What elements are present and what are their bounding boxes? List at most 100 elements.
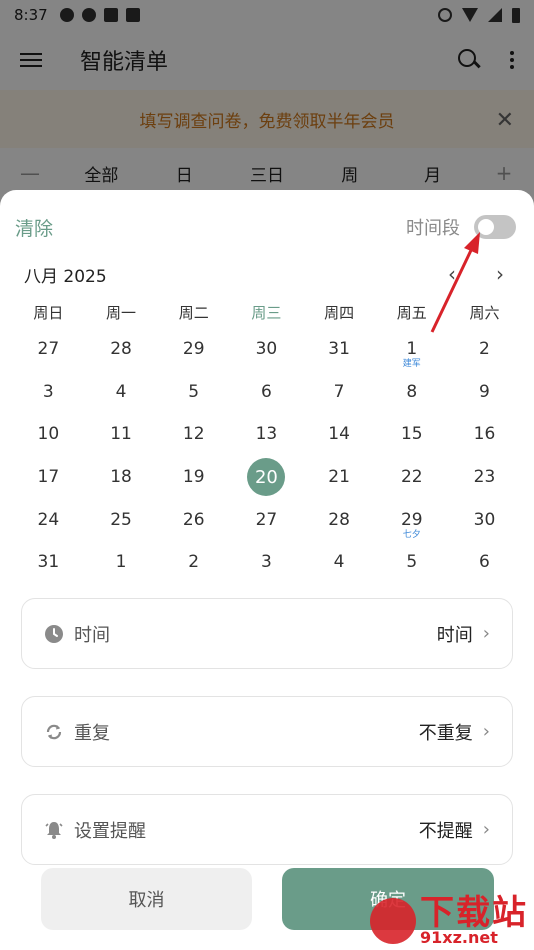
calendar-day[interactable]: 14 (303, 413, 376, 456)
cancel-button[interactable]: 取消 (41, 868, 252, 930)
day-number: 22 (400, 467, 423, 488)
calendar-day[interactable]: 30 (230, 328, 303, 371)
calendar-day[interactable]: 1 建军 (375, 328, 448, 371)
day-number: 9 (479, 381, 490, 402)
day-number: 17 (37, 467, 60, 488)
calendar-day[interactable]: 29 (157, 328, 230, 371)
calendar-day[interactable]: 9 (448, 371, 521, 414)
watermark-line2: 91xz.net (420, 928, 498, 947)
calendar-week-row: 3 4 5 6 7 8 9 (12, 371, 521, 414)
month-navigation: 八月 2025 ‹ › (24, 262, 504, 287)
day-number: 27 (255, 509, 278, 530)
reminder-row-label: 设置提醒 (74, 820, 146, 842)
day-number: 28 (110, 339, 132, 359)
calendar-day[interactable]: 12 (157, 413, 230, 456)
day-number: 2 (188, 552, 200, 573)
day-number: 14 (328, 424, 350, 445)
day-number: 1 (115, 552, 127, 573)
calendar-day[interactable]: 22 (375, 456, 448, 499)
calendar-day[interactable]: 24 (12, 499, 85, 542)
date-picker-sheet: 清除 时间段 八月 2025 ‹ › 周日 周一 周二 周三 周四 周五 周六 27 28 29… (0, 190, 534, 950)
calendar-day[interactable]: 10 (12, 413, 85, 456)
day-number: 31 (328, 339, 350, 359)
chevron-right-icon: › (482, 819, 490, 840)
calendar-day[interactable]: 1 (85, 541, 158, 584)
clear-button[interactable]: 清除 (15, 214, 53, 241)
day-number: 23 (473, 467, 496, 488)
day-number: 16 (473, 424, 496, 445)
time-row-value: 时间 (436, 624, 473, 646)
calendar-day[interactable]: 18 (85, 456, 158, 499)
calendar-day[interactable]: 27 (230, 499, 303, 542)
day-number: 5 (406, 552, 418, 573)
day-number: 27 (37, 339, 60, 359)
calendar-day[interactable]: 16 (448, 413, 521, 456)
bell-icon (44, 820, 64, 840)
weekday-label: 周六 (469, 304, 500, 322)
calendar-day[interactable]: 6 (448, 541, 521, 584)
weekday-label: 周二 (178, 304, 209, 322)
calendar-week-row: 31 1 2 3 4 5 6 (12, 541, 521, 584)
weekday-label: 周五 (396, 304, 427, 322)
calendar-day[interactable]: 25 (85, 499, 158, 542)
calendar-day[interactable]: 17 (12, 456, 85, 499)
calendar-day[interactable]: 7 (303, 371, 376, 414)
calendar-day[interactable]: 30 (448, 499, 521, 542)
calendar-week-row: 17 18 19 20 21 22 23 (12, 456, 521, 499)
calendar-week-row: 24 25 26 27 28 29 七夕 30 (12, 499, 521, 542)
repeat-row[interactable]: 重复 不重复 › (21, 696, 513, 767)
day-number: 7 (333, 381, 345, 402)
calendar-day[interactable]: 28 (85, 328, 158, 371)
weekday-label: 周日 (33, 304, 64, 322)
day-number: 25 (110, 509, 132, 530)
calendar-day[interactable]: 6 (230, 371, 303, 414)
calendar-day[interactable]: 5 (157, 371, 230, 414)
day-number: 21 (328, 467, 350, 488)
calendar-day[interactable]: 15 (375, 413, 448, 456)
day-number: 6 (260, 381, 272, 402)
watermark-logo-icon (370, 898, 416, 944)
repeat-icon (44, 722, 64, 742)
calendar-day[interactable]: 4 (303, 541, 376, 584)
repeat-row-value: 不重复 (418, 722, 473, 744)
calendar-day[interactable]: 5 (375, 541, 448, 584)
weekday-header: 周日 周一 周二 周三 周四 周五 周六 (12, 302, 521, 323)
time-row-label: 时间 (74, 624, 110, 646)
calendar-day[interactable]: 11 (85, 413, 158, 456)
calendar-day[interactable]: 31 (12, 541, 85, 584)
calendar-day[interactable]: 26 (157, 499, 230, 542)
lunar-label: 七夕 (402, 529, 421, 540)
day-number: 26 (182, 509, 205, 530)
calendar-day[interactable]: 13 (230, 413, 303, 456)
calendar-day[interactable]: 31 (303, 328, 376, 371)
day-number: 30 (473, 509, 496, 530)
day-number: 2 (479, 339, 490, 359)
calendar-day[interactable]: 19 (157, 456, 230, 499)
calendar-week-row: 10 11 12 13 14 15 16 (12, 413, 521, 456)
calendar-day[interactable]: 2 (448, 328, 521, 371)
reminder-row[interactable]: 设置提醒 不提醒 › (21, 794, 513, 865)
prev-month-icon[interactable]: ‹ (448, 262, 456, 286)
calendar-day[interactable]: 3 (12, 371, 85, 414)
time-row[interactable]: 时间 时间 › (21, 598, 513, 669)
day-number: 20 (247, 458, 286, 497)
calendar-day[interactable]: 28 (303, 499, 376, 542)
clock-icon (44, 624, 64, 644)
calendar-day[interactable]: 27 (12, 328, 85, 371)
weekday-label: 周一 (106, 304, 137, 322)
calendar-day[interactable]: 21 (303, 456, 376, 499)
month-label: 八月 2025 (24, 266, 107, 287)
next-month-icon[interactable]: › (496, 262, 504, 286)
day-number: 29 (400, 509, 423, 530)
day-number: 30 (255, 339, 278, 359)
calendar-day-selected[interactable]: 20 (230, 456, 303, 499)
calendar-day[interactable]: 2 (157, 541, 230, 584)
calendar-day[interactable]: 8 (375, 371, 448, 414)
chevron-right-icon: › (482, 721, 490, 742)
calendar-day[interactable]: 23 (448, 456, 521, 499)
calendar-day[interactable]: 29 七夕 (375, 499, 448, 542)
day-number: 19 (182, 467, 205, 488)
calendar-day[interactable]: 4 (85, 371, 158, 414)
time-range-toggle[interactable] (474, 215, 516, 239)
calendar-day[interactable]: 3 (230, 541, 303, 584)
